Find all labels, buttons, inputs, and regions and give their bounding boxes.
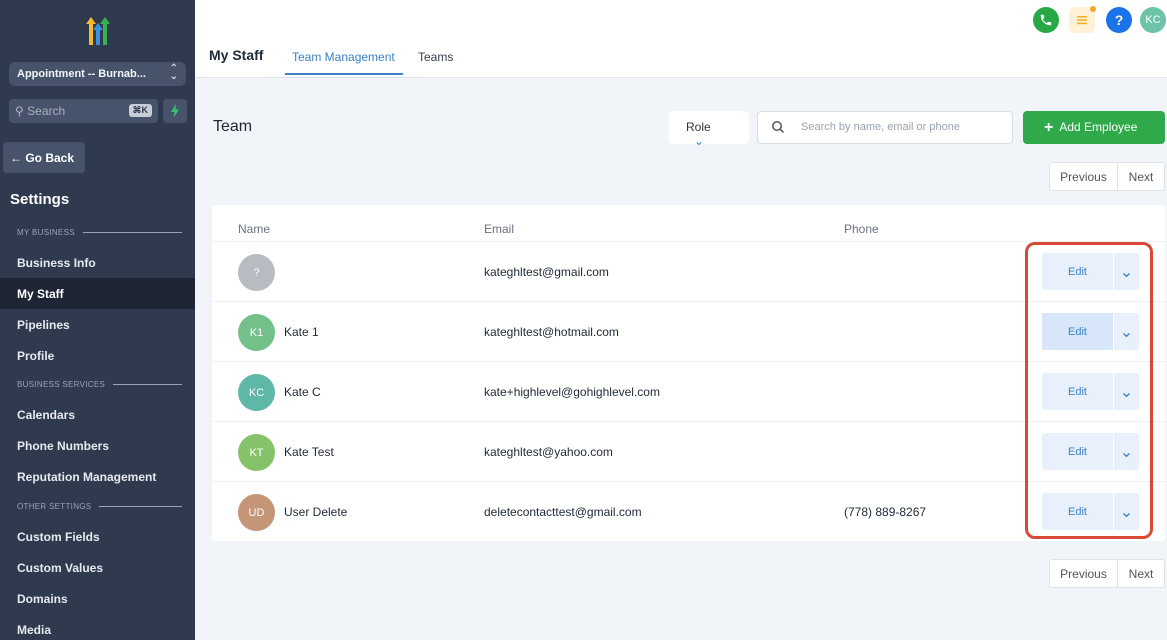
table-row: UD User Delete deletecontacttest@gmail.c…	[212, 481, 1165, 541]
sidebar-item-custom-fields[interactable]: Custom Fields	[0, 521, 195, 552]
staff-table: Name Email Phone ? kateghltest@gmail.com…	[212, 205, 1165, 541]
sidebar-search-input[interactable]: ⚲ Search ⌘K	[9, 99, 158, 123]
staff-name: Kate C	[284, 385, 321, 399]
avatar: UD	[238, 494, 275, 531]
page-title: My Staff	[209, 47, 264, 63]
sidebar-item-custom-values[interactable]: Custom Values	[0, 552, 195, 583]
go-back-button[interactable]: ← Go Back	[3, 142, 85, 173]
sidebar-item-calendars[interactable]: Calendars	[0, 399, 195, 430]
help-icon: ?	[1114, 12, 1124, 28]
plus-icon: +	[1044, 119, 1054, 136]
sidebar-item-business-info[interactable]: Business Info	[0, 247, 195, 278]
search-placeholder: Search	[27, 104, 66, 118]
phone-icon	[1040, 14, 1052, 26]
search-icon: ⚲	[15, 104, 24, 118]
sidebar: Appointment -- Burnab... ⌃ ⌄ ⚲ Search ⌘K …	[0, 0, 195, 640]
previous-page-button[interactable]: Previous	[1050, 163, 1118, 190]
previous-page-button[interactable]: Previous	[1050, 560, 1118, 587]
staff-email: kateghltest@hotmail.com	[484, 325, 619, 339]
table-row: ? kateghltest@gmail.com Edit ⌄	[212, 241, 1165, 301]
notifications-button[interactable]	[1069, 6, 1096, 33]
staff-email: kateghltest@gmail.com	[484, 265, 609, 279]
chevron-down-icon: ⌄	[694, 134, 705, 148]
app-logo-icon[interactable]	[80, 14, 116, 48]
sidebar-item-reputation-management[interactable]: Reputation Management	[0, 461, 195, 492]
location-switcher[interactable]: Appointment -- Burnab... ⌃ ⌄	[9, 62, 186, 86]
settings-title: Settings	[10, 191, 70, 208]
sidebar-item-media[interactable]: Media	[0, 614, 195, 640]
search-placeholder: Search by name, email or phone	[801, 121, 960, 133]
staff-name: Kate Test	[284, 445, 334, 459]
section-other-settings: OTHER SETTINGS	[17, 502, 182, 511]
employee-search-input[interactable]: Search by name, email or phone	[757, 111, 1013, 144]
help-button[interactable]: ?	[1106, 7, 1132, 33]
tab-team-management[interactable]: Team Management	[292, 50, 395, 64]
pagination-bottom: Previous Next	[1049, 559, 1165, 588]
avatar: K1	[238, 314, 275, 351]
top-bar: My Staff Team Management Teams ? KC	[195, 0, 1167, 78]
lightning-icon	[171, 104, 179, 118]
phone-button[interactable]	[1033, 7, 1059, 33]
avatar: KT	[238, 434, 275, 471]
section-business-services: BUSINESS SERVICES	[17, 380, 182, 389]
location-name: Appointment -- Burnab...	[17, 68, 146, 80]
staff-name: Kate 1	[284, 325, 319, 339]
sidebar-item-profile[interactable]: Profile	[0, 340, 195, 371]
next-page-button[interactable]: Next	[1118, 560, 1164, 587]
active-tab-indicator	[285, 73, 403, 75]
notification-dot	[1090, 6, 1096, 12]
role-filter-label: Role	[686, 120, 711, 134]
search-icon	[772, 121, 785, 134]
column-header-email: Email	[484, 222, 515, 236]
pagination-top: Previous Next	[1049, 162, 1165, 191]
staff-name: User Delete	[284, 505, 348, 519]
role-filter-dropdown[interactable]: Role ⌄	[669, 111, 749, 148]
column-header-name: Name	[238, 222, 271, 236]
sidebar-item-my-staff[interactable]: My Staff	[0, 278, 195, 309]
shortcut-badge: ⌘K	[128, 104, 152, 117]
highlight-annotation	[1025, 242, 1153, 539]
list-icon	[1077, 16, 1087, 25]
table-row: KT Kate Test kateghltest@yahoo.com Edit …	[212, 421, 1165, 481]
tab-teams[interactable]: Teams	[418, 50, 453, 64]
section-my-business: MY BUSINESS	[17, 228, 182, 237]
sidebar-item-domains[interactable]: Domains	[0, 583, 195, 614]
staff-phone: (778) 889-8267	[844, 505, 927, 519]
add-employee-label: Add Employee	[1059, 120, 1138, 134]
staff-email: deletecontacttest@gmail.com	[484, 505, 642, 519]
next-page-button[interactable]: Next	[1118, 163, 1164, 190]
staff-email: kate+highlevel@gohighlevel.com	[484, 385, 660, 399]
table-row: KC Kate C kate+highlevel@gohighlevel.com…	[212, 361, 1165, 421]
quick-action-button[interactable]	[163, 99, 187, 123]
staff-email: kateghltest@yahoo.com	[484, 445, 613, 459]
add-employee-button[interactable]: + Add Employee	[1023, 111, 1165, 144]
sidebar-item-pipelines[interactable]: Pipelines	[0, 309, 195, 340]
team-heading: Team	[213, 118, 253, 135]
chevron-updown-icon: ⌃ ⌄	[169, 63, 178, 82]
avatar: KC	[238, 374, 275, 411]
avatar: ?	[238, 254, 275, 291]
user-avatar[interactable]: KC	[1140, 7, 1166, 33]
table-row: K1 Kate 1 kateghltest@hotmail.com Edit ⌄	[212, 301, 1165, 361]
column-header-phone: Phone	[844, 222, 879, 236]
sidebar-item-phone-numbers[interactable]: Phone Numbers	[0, 430, 195, 461]
